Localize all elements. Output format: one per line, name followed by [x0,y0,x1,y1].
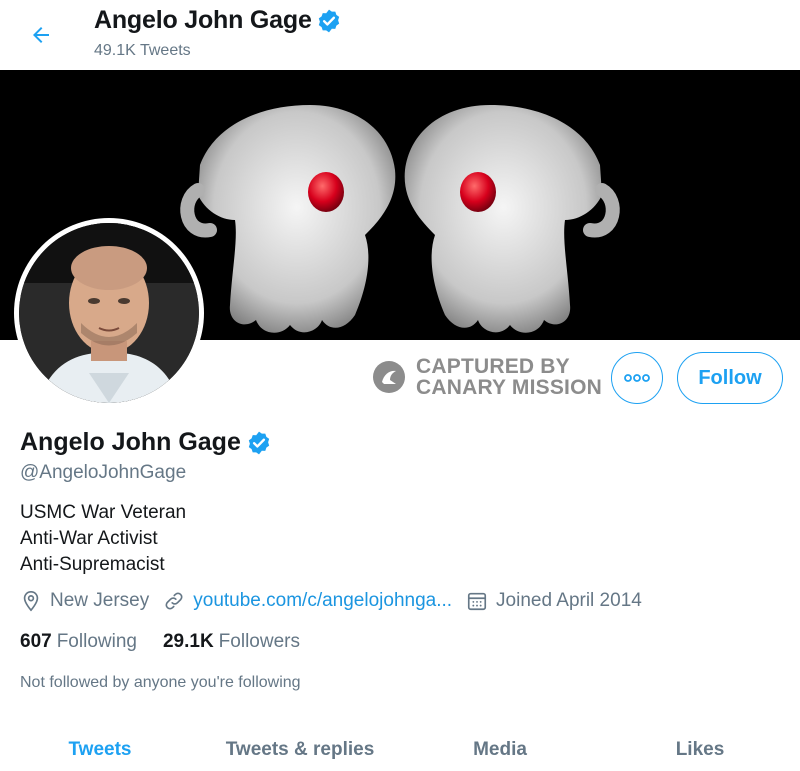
back-button[interactable] [22,16,60,54]
profile-top-bar: Angelo John Gage 49.1K Tweets [0,0,800,70]
location-text: New Jersey [50,590,150,611]
calendar-icon [467,592,487,611]
tab-tweets[interactable]: Tweets [0,722,200,771]
followers-link[interactable]: 29.1K Followers [163,631,300,653]
bio-line: Anti-Supremacist [20,554,165,575]
following-count: 607 [20,631,52,652]
canary-logo-icon [373,361,405,393]
left-hand [180,105,396,333]
left-red-pill [308,172,344,212]
top-name-row: Angelo John Gage [94,6,342,35]
profile-meta-row: New Jersey youtube.com/c/angelojohnga...… [20,590,656,612]
followers-label: Followers [218,631,300,652]
profile-name: Angelo John Gage [20,428,241,456]
location-item: New Jersey [20,590,149,612]
website-link[interactable]: youtube.com/c/angelojohnga... [193,590,452,612]
website-item[interactable]: youtube.com/c/angelojohnga... [163,590,452,612]
watermark-line-1: CAPTURED BY [416,355,570,378]
more-dots-icon [624,374,650,382]
arrow-left-icon [33,27,49,43]
bio-line: Anti-War Activist [20,528,158,549]
mutual-followers-note: Not followed by anyone you're following [20,674,301,691]
avatar-image [19,223,199,403]
right-red-pill [460,172,496,212]
joined-item: Joined April 2014 [466,590,642,612]
verified-badge-icon [246,430,272,456]
more-options-button[interactable] [611,352,663,404]
avatar[interactable] [14,218,204,408]
following-link[interactable]: 607 Following [20,631,137,653]
profile-tabs: Tweets Tweets & replies Media Likes [0,722,800,771]
follow-counts: 607 Following 29.1K Followers [20,631,326,653]
profile-handle: @AngeloJohnGage [20,462,187,483]
tweet-count: 49.1K Tweets [94,42,191,59]
profile-name-row: Angelo John Gage [20,428,272,457]
follow-button[interactable]: Follow [677,352,783,404]
link-icon [165,592,183,610]
tab-likes[interactable]: Likes [600,722,800,771]
joined-text: Joined April 2014 [496,590,642,611]
verified-badge-icon [316,8,342,34]
canary-mission-watermark: CAPTURED BY CANARY MISSION [372,356,602,398]
profile-bio: USMC War Veteran Anti-War Activist Anti-… [20,500,186,578]
right-hand [404,105,620,333]
location-pin-icon [23,591,39,612]
bio-line: USMC War Veteran [20,502,187,523]
top-profile-name: Angelo John Gage [94,6,312,34]
followers-count: 29.1K [162,631,214,652]
watermark-text: CAPTURED BY CANARY MISSION [416,356,602,398]
watermark-line-2: CANARY MISSION [416,376,602,399]
tab-tweets-replies[interactable]: Tweets & replies [200,722,400,771]
following-label: Following [56,631,137,652]
tab-media[interactable]: Media [400,722,600,771]
